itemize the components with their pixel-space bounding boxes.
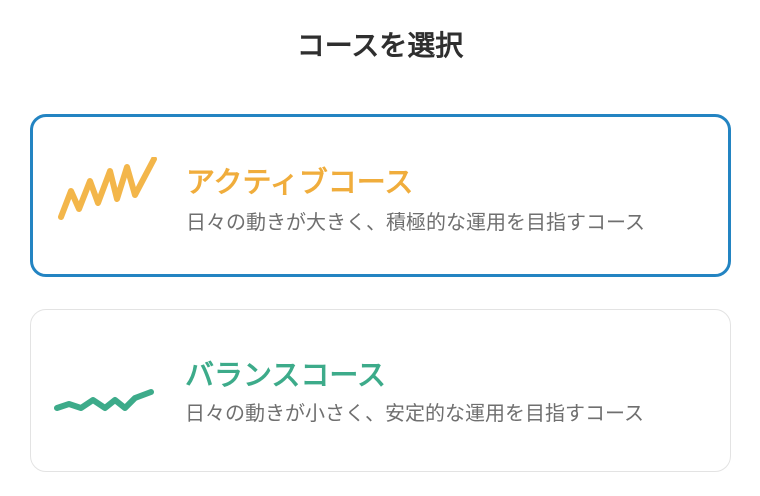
course-card-balance[interactable]: バランスコース 日々の動きが小さく、安定的な運用を目指すコース bbox=[30, 309, 731, 472]
course-name: アクティブコース bbox=[186, 165, 414, 199]
course-card-active[interactable]: アクティブコース 日々の動きが大きく、積極的な運用を目指すコース bbox=[30, 114, 731, 277]
course-description: 日々の動きが小さく、安定的な運用を目指すコース bbox=[185, 401, 644, 425]
wave-line-icon bbox=[54, 389, 154, 411]
zigzag-chart-icon bbox=[58, 157, 157, 220]
course-description: 日々の動きが大きく、積極的な運用を目指すコース bbox=[186, 210, 645, 234]
course-name: バランスコース bbox=[185, 358, 386, 392]
page-title: コースを選択 bbox=[296, 29, 464, 62]
